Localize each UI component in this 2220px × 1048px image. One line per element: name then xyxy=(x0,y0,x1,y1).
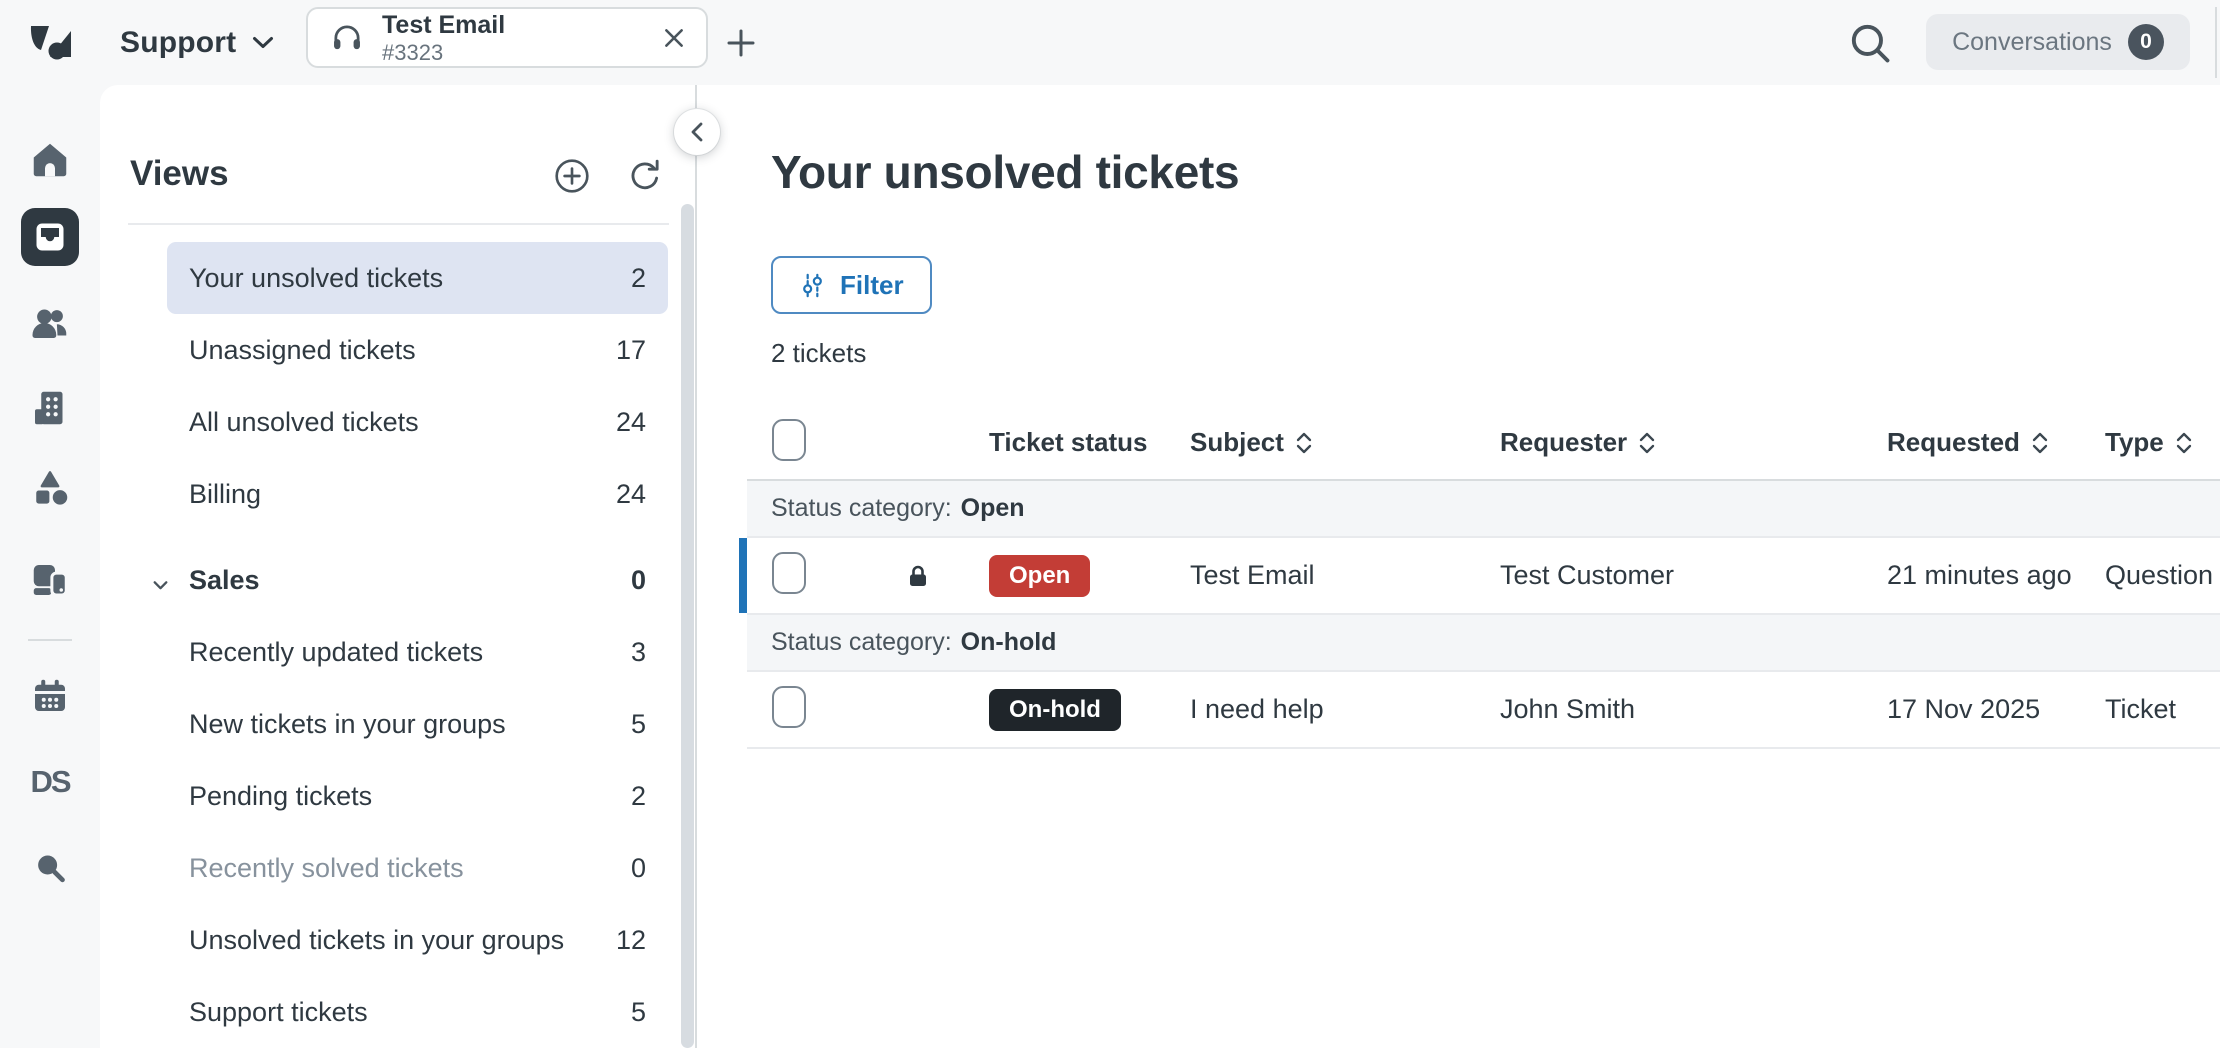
sort-icon xyxy=(2030,430,2050,456)
people-icon[interactable] xyxy=(26,299,74,347)
shapes-icon[interactable] xyxy=(26,464,74,512)
sort-icon xyxy=(2174,430,2194,456)
tab-ticket-id: #3323 xyxy=(382,40,505,65)
conversations-label: Conversations xyxy=(1952,28,2112,57)
workspace: Views Your unsolved tickets 2 Unassigned… xyxy=(100,85,2220,1048)
view-count: 5 xyxy=(631,997,646,1028)
main-content: Your unsolved tickets Filter 2 tickets T… xyxy=(699,85,2220,1048)
column-subject[interactable]: Subject xyxy=(1160,427,1470,458)
row-checkbox[interactable] xyxy=(772,552,806,594)
cell-subject[interactable]: Test Email xyxy=(1160,560,1470,591)
tab-text: Test Email #3323 xyxy=(382,11,505,65)
left-nav-rail: DS xyxy=(0,85,100,1048)
chevron-down-icon[interactable] xyxy=(151,571,170,602)
ticket-tab[interactable]: Test Email #3323 xyxy=(306,7,708,68)
cell-subject[interactable]: I need help xyxy=(1160,694,1470,725)
inbox-icon-active[interactable] xyxy=(21,208,79,266)
status-badge-open: Open xyxy=(989,555,1090,597)
conversations-button[interactable]: Conversations 0 xyxy=(1926,14,2190,70)
plus-circle-icon[interactable] xyxy=(553,157,591,200)
home-icon[interactable] xyxy=(26,136,74,184)
view-item-support-tickets[interactable]: Support tickets 5 xyxy=(167,976,668,1048)
books-icon[interactable] xyxy=(26,556,74,604)
table-row[interactable]: Open Test Email Test Customer 21 minutes… xyxy=(747,538,2220,615)
view-count: 24 xyxy=(616,407,646,438)
cell-requester: John Smith xyxy=(1470,694,1857,725)
page-title: Your unsolved tickets xyxy=(771,145,1239,199)
view-count: 0 xyxy=(631,853,646,884)
tickets-table: Ticket status Subject Requester Requeste… xyxy=(747,406,2220,749)
select-all-checkbox[interactable] xyxy=(772,419,806,461)
column-requester[interactable]: Requester xyxy=(1470,427,1857,458)
group-header-open: Status category: Open xyxy=(747,481,2220,538)
view-count: 2 xyxy=(631,263,646,294)
views-title: Views xyxy=(130,154,229,194)
view-item-all-unsolved[interactable]: All unsolved tickets 24 xyxy=(167,386,668,458)
view-item-billing[interactable]: Billing 24 xyxy=(167,458,668,530)
row-checkbox[interactable] xyxy=(772,686,806,728)
view-item-unsolved-in-groups[interactable]: Unsolved tickets in your groups 12 xyxy=(167,904,668,976)
ticket-count: 2 tickets xyxy=(771,338,866,369)
close-icon[interactable] xyxy=(662,26,686,50)
view-count: 2 xyxy=(631,781,646,812)
cell-type: Question xyxy=(2075,560,2220,591)
view-item-recently-updated[interactable]: Recently updated tickets 3 xyxy=(167,616,668,688)
ds-app-icon[interactable]: DS xyxy=(26,758,74,806)
column-ticket-status: Ticket status xyxy=(959,427,1160,458)
views-panel: Views Your unsolved tickets 2 Unassigned… xyxy=(100,85,697,1048)
view-count: 12 xyxy=(616,925,646,956)
plus-icon xyxy=(724,26,758,60)
cell-type: Ticket xyxy=(2075,694,2220,725)
product-label: Support xyxy=(120,26,236,60)
search-button[interactable] xyxy=(1848,21,1892,70)
view-item-pending[interactable]: Pending tickets 2 xyxy=(167,760,668,832)
cell-requested: 21 minutes ago xyxy=(1857,560,2075,591)
chevron-down-icon xyxy=(252,36,274,49)
column-type[interactable]: Type xyxy=(2075,427,2220,458)
view-count: 5 xyxy=(631,709,646,740)
view-item-recently-solved[interactable]: Recently solved tickets 0 xyxy=(167,832,668,904)
views-list: Your unsolved tickets 2 Unassigned ticke… xyxy=(167,242,668,1048)
cell-requested: 17 Nov 2025 xyxy=(1857,694,2075,725)
zendesk-logo xyxy=(28,22,74,64)
collapse-panel-button[interactable] xyxy=(674,109,720,155)
search-nav-icon[interactable] xyxy=(26,844,74,892)
status-badge-on-hold: On-hold xyxy=(989,689,1121,731)
conversations-count-badge: 0 xyxy=(2128,24,2164,60)
product-switcher[interactable]: Support xyxy=(120,0,274,85)
view-item-your-unsolved[interactable]: Your unsolved tickets 2 xyxy=(167,242,668,314)
group-header-on-hold: Status category: On-hold xyxy=(747,615,2220,672)
views-divider xyxy=(128,223,669,225)
table-row[interactable]: On-hold I need help John Smith 17 Nov 20… xyxy=(747,672,2220,749)
headset-icon xyxy=(330,21,364,55)
sliders-icon xyxy=(799,272,826,299)
refresh-icon[interactable] xyxy=(626,157,664,200)
top-bar: Support Test Email #3323 xyxy=(0,0,2220,85)
cell-requester: Test Customer xyxy=(1470,560,1857,591)
view-count: 24 xyxy=(616,479,646,510)
view-item-unassigned[interactable]: Unassigned tickets 17 xyxy=(167,314,668,386)
topbar-divider xyxy=(2215,7,2217,78)
sort-icon xyxy=(1637,430,1657,456)
view-count: 17 xyxy=(616,335,646,366)
tab-title: Test Email xyxy=(382,11,505,40)
search-icon xyxy=(1848,21,1892,65)
view-item-new-in-groups[interactable]: New tickets in your groups 5 xyxy=(167,688,668,760)
collapse-left-icon xyxy=(687,120,707,144)
table-header: Ticket status Subject Requester Requeste… xyxy=(747,406,2220,481)
view-group-sales[interactable]: Sales 0 xyxy=(167,544,668,616)
column-requested[interactable]: Requested xyxy=(1857,427,2075,458)
new-tab-button[interactable] xyxy=(724,26,758,65)
nav-divider xyxy=(28,639,72,641)
building-icon[interactable] xyxy=(26,384,74,432)
view-count: 3 xyxy=(631,637,646,668)
filter-button[interactable]: Filter xyxy=(771,256,932,314)
sort-icon xyxy=(1294,430,1314,456)
calendar-icon[interactable] xyxy=(26,672,74,720)
lock-icon xyxy=(904,562,932,590)
views-scrollbar[interactable] xyxy=(681,204,694,1048)
view-count: 0 xyxy=(631,565,646,596)
